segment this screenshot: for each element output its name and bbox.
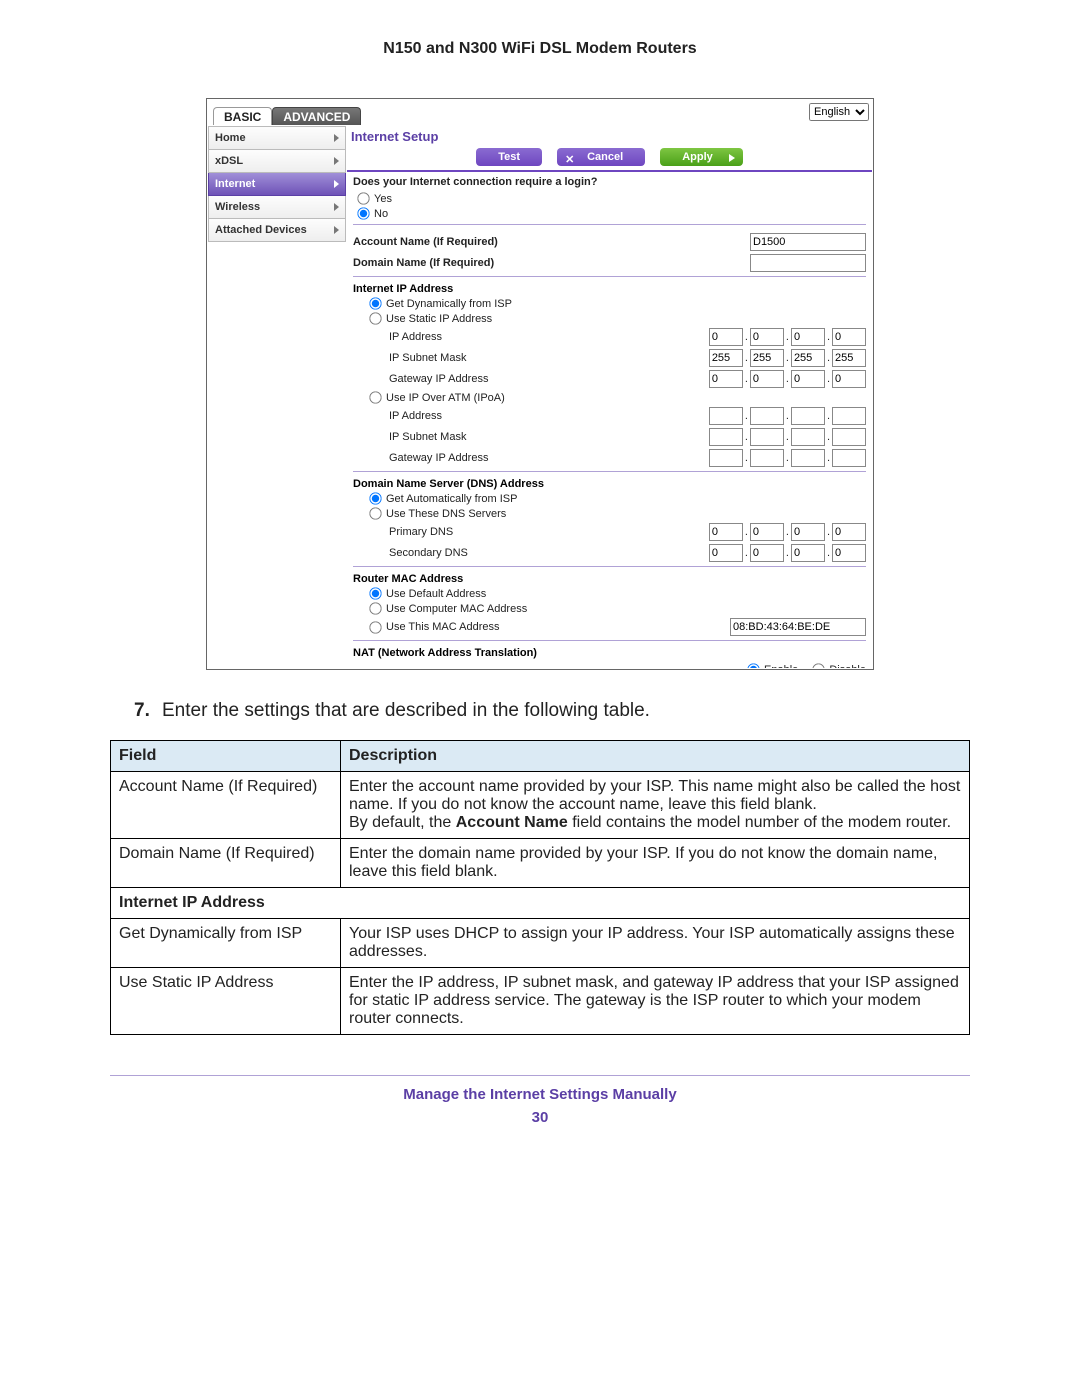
table-section-row: Internet IP Address <box>111 888 970 919</box>
field-description-table: Field Description Account Name (If Requi… <box>110 740 970 1035</box>
apply-button[interactable]: Apply <box>660 148 743 166</box>
ipoa-gateway-input: ... <box>709 449 866 467</box>
ipoa-ip-address-label: IP Address <box>389 410 442 422</box>
nav-home[interactable]: Home <box>208 126 346 150</box>
ip-address-label: IP Address <box>389 331 442 343</box>
secondary-dns-input: ... <box>709 544 866 562</box>
ipoa-gateway-label: Gateway IP Address <box>389 452 488 464</box>
chevron-right-icon <box>334 203 339 211</box>
login-question: Does your Internet connection require a … <box>353 176 866 188</box>
ipoa-mask-input: ... <box>709 428 866 446</box>
internet-ip-heading: Internet IP Address <box>353 283 866 295</box>
nat-enable-radio[interactable] <box>747 663 759 668</box>
nav-xdsl[interactable]: xDSL <box>208 150 346 173</box>
ipoa-subnet-mask-label: IP Subnet Mask <box>389 431 466 443</box>
domain-name-label: Domain Name (If Required) <box>353 257 494 269</box>
static-ip-input: ... <box>709 328 866 346</box>
nav-attached-devices[interactable]: Attached Devices <box>208 219 346 242</box>
account-name-input[interactable] <box>750 233 866 251</box>
chevron-right-icon <box>729 154 735 162</box>
account-name-label: Account Name (If Required) <box>353 236 498 248</box>
step-number: 7. <box>134 700 162 722</box>
tab-basic[interactable]: BASIC <box>213 107 272 125</box>
ipoa-ip-input: ... <box>709 407 866 425</box>
mac-address-input[interactable] <box>730 618 866 636</box>
dns-manual-radio[interactable] <box>369 507 381 519</box>
close-icon: ✕ <box>565 151 574 169</box>
nat-disable-radio[interactable] <box>813 663 825 668</box>
subnet-mask-label: IP Subnet Mask <box>389 352 466 364</box>
mac-this-radio[interactable] <box>369 621 381 633</box>
mac-default-radio[interactable] <box>369 587 381 599</box>
table-row: Use Static IP Address Enter the IP addre… <box>111 968 970 1035</box>
nav-wireless[interactable]: Wireless <box>208 196 346 219</box>
mac-heading: Router MAC Address <box>353 573 866 585</box>
secondary-dns-label: Secondary DNS <box>389 547 468 559</box>
mac-computer-radio[interactable] <box>369 602 381 614</box>
dns-auto-radio[interactable] <box>369 492 381 504</box>
table-row: Get Dynamically from ISP Your ISP uses D… <box>111 919 970 968</box>
primary-dns-input: ... <box>709 523 866 541</box>
page-number: 30 <box>110 1109 970 1126</box>
nav-internet[interactable]: Internet <box>208 173 346 196</box>
tab-advanced[interactable]: ADVANCED <box>272 107 361 125</box>
language-select[interactable]: English <box>809 103 869 121</box>
col-description: Description <box>341 741 970 772</box>
document-title: N150 and N300 WiFi DSL Modem Routers <box>110 40 970 58</box>
domain-name-input[interactable] <box>750 254 866 272</box>
chevron-right-icon <box>334 134 339 142</box>
table-row: Domain Name (If Required) Enter the doma… <box>111 839 970 888</box>
ip-static-radio[interactable] <box>369 312 381 324</box>
col-field: Field <box>111 741 341 772</box>
login-no-label: No <box>374 208 388 220</box>
nat-heading: NAT (Network Address Translation) <box>353 647 866 659</box>
chevron-right-icon <box>334 157 339 165</box>
primary-dns-label: Primary DNS <box>389 526 453 538</box>
ipoa-radio[interactable] <box>369 391 381 403</box>
login-no-radio[interactable] <box>357 207 369 219</box>
footer-section-title: Manage the Internet Settings Manually <box>110 1086 970 1103</box>
test-button[interactable]: Test <box>476 148 542 166</box>
subnet-mask-input: ... <box>709 349 866 367</box>
login-yes-radio[interactable] <box>357 192 369 204</box>
step-text: Enter the settings that are described in… <box>162 700 650 722</box>
gateway-ip-label: Gateway IP Address <box>389 373 488 385</box>
chevron-right-icon <box>334 226 339 234</box>
table-row: Account Name (If Required) Enter the acc… <box>111 772 970 839</box>
login-yes-label: Yes <box>374 193 392 205</box>
chevron-right-icon <box>334 180 339 188</box>
ip-dynamic-radio[interactable] <box>369 297 381 309</box>
gateway-ip-input: ... <box>709 370 866 388</box>
settings-scroll-area[interactable]: Account Name (If Required) Domain Name (… <box>347 230 872 668</box>
router-ui-screenshot: English BASIC ADVANCED Home xDSL Interne… <box>206 98 874 670</box>
dns-heading: Domain Name Server (DNS) Address <box>353 478 866 490</box>
panel-title: Internet Setup <box>347 126 872 148</box>
cancel-button[interactable]: ✕Cancel <box>557 148 645 166</box>
